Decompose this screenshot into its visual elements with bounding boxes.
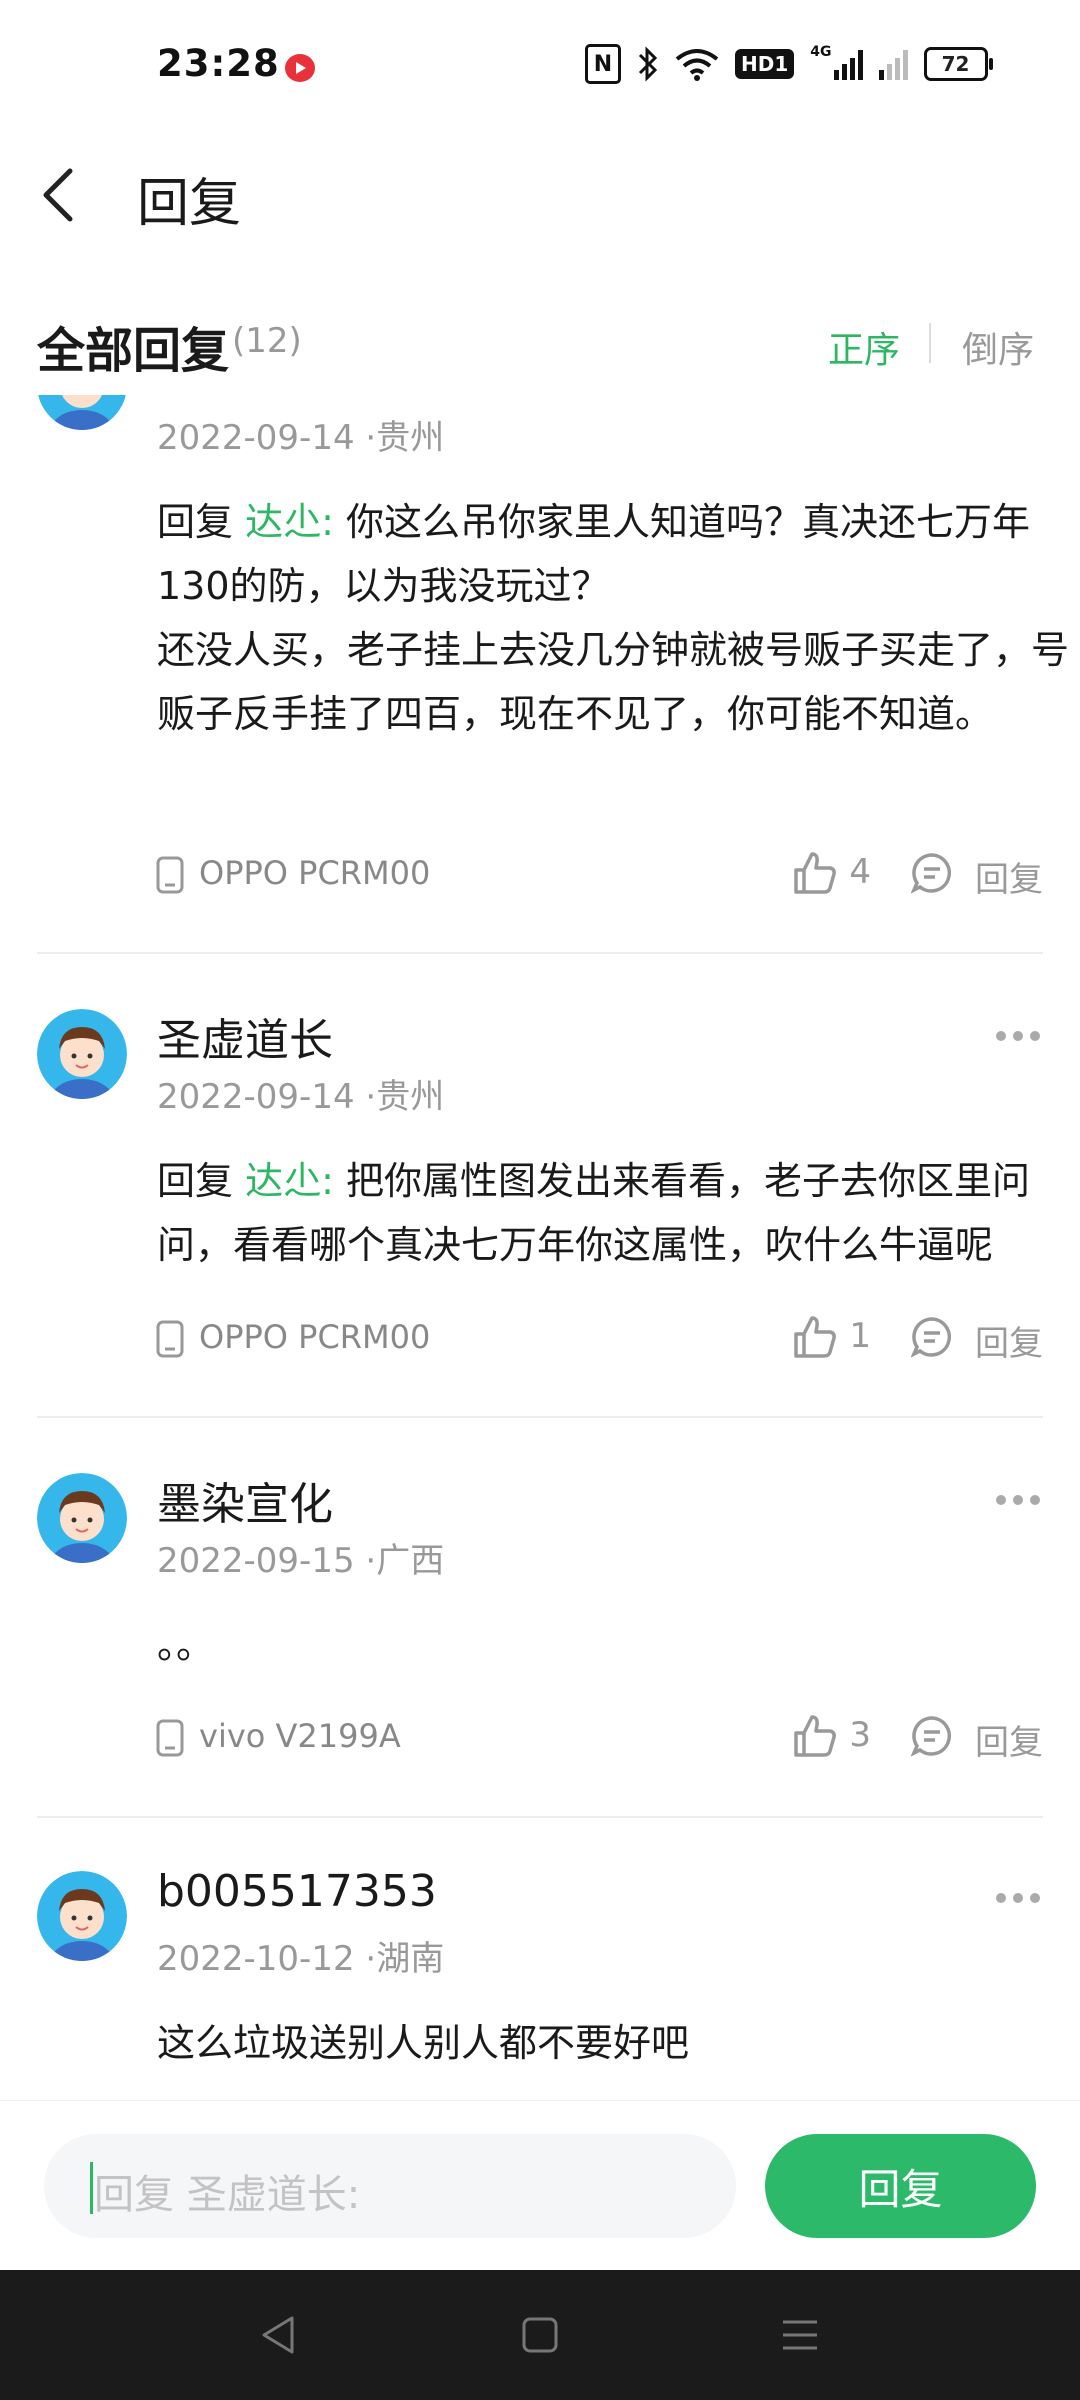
comment-date: 2022-10-12 — [157, 1939, 355, 1979]
comment-item: 2022-09-14 ·贵州 回复 达尐: 你这么吊你家里人知道吗？真决还七万年… — [37, 395, 1069, 954]
signal-sim2-icon — [878, 44, 908, 84]
comment-date: 2022-09-15 — [157, 1541, 355, 1581]
comment-meta: 2022-09-14 ·贵州 — [157, 410, 444, 459]
like-count: 4 — [849, 852, 871, 892]
header: 回复 — [0, 135, 1080, 275]
comment-location: ·贵州 — [365, 1077, 445, 1117]
comment-body: 这么垃圾送别人别人都不要好吧 — [157, 2011, 1080, 2075]
more-icon[interactable] — [995, 1891, 1041, 1905]
comment-item: 墨染宣化 2022-09-15 ·广西 。。 vivo V2199A 3 回复 — [37, 1418, 1043, 1818]
comment-meta: 2022-09-14 ·贵州 — [157, 1069, 444, 1118]
reply-button[interactable]: 回复 — [975, 1316, 1043, 1365]
hd-voice-icon: HD1 — [735, 49, 795, 79]
reply-prefix: 回复 — [157, 500, 246, 544]
reply-count: (12) — [232, 321, 302, 361]
comment-icon[interactable] — [911, 1715, 953, 1757]
system-nav-bar — [0, 2270, 1080, 2400]
comment-footer: vivo V2199A 3 回复 — [155, 1713, 1043, 1763]
nav-menu-icon[interactable] — [775, 2310, 825, 2360]
comment-text: 这么垃圾送别人别人都不要好吧 — [157, 2021, 690, 2065]
comment-location: ·广西 — [365, 1541, 445, 1581]
reply-button[interactable]: 回复 — [975, 852, 1043, 901]
nav-home-icon[interactable] — [515, 2310, 565, 2360]
comment-icon[interactable] — [911, 852, 953, 894]
comment-body: 回复 达尐: 把你属性图发出来看看，老子去你区里问问，看看哪个真决七万年你这属性… — [157, 1149, 1080, 1277]
wifi-icon — [675, 44, 719, 84]
network-type: 4G — [810, 44, 832, 60]
comment-footer: OPPO PCRM00 4 回复 — [155, 850, 1043, 900]
comment-location: ·湖南 — [365, 1939, 445, 1979]
input-placeholder: 回复 圣虚道长: — [94, 2172, 361, 2218]
divider — [929, 323, 931, 363]
comment-meta: 2022-09-15 ·广西 — [157, 1533, 444, 1582]
reply-target-user[interactable]: 达尐: — [245, 500, 334, 544]
device-name: OPPO PCRM00 — [199, 854, 431, 892]
reply-target-user[interactable]: 达尐: — [245, 1159, 334, 1203]
comment-location: ·贵州 — [365, 418, 445, 458]
thumbs-up-icon[interactable] — [792, 1713, 838, 1759]
comment-item: b005517353 2022-10-12 ·湖南 这么垃圾送别人别人都不要好吧 — [37, 1818, 1043, 2100]
reply-input-bar: 回复 圣虚道长: 回复 — [0, 2100, 1080, 2271]
status-time: 23:28 — [157, 42, 280, 85]
username[interactable]: 圣虚道长 — [157, 1004, 333, 1068]
section-title: 全部回复 — [37, 323, 230, 379]
phone-icon — [156, 1719, 184, 1757]
comment-list[interactable]: 2022-09-14 ·贵州 回复 达尐: 你这么吊你家里人知道吗？真决还七万年… — [0, 395, 1080, 2100]
like-count: 1 — [849, 1316, 871, 1356]
avatar[interactable] — [37, 1871, 127, 1961]
battery-icon: 72 — [923, 47, 993, 81]
comment-date: 2022-09-14 — [157, 1077, 355, 1117]
status-bar: 23:28 N HD1 4G 72 — [0, 0, 1080, 135]
comment-text: 。。 — [157, 1623, 215, 1667]
username[interactable]: b005517353 — [157, 1866, 437, 1917]
reply-input[interactable]: 回复 圣虚道长: — [44, 2134, 736, 2238]
nav-back-icon[interactable] — [254, 2310, 304, 2360]
like-count: 3 — [849, 1715, 871, 1755]
comment-footer: OPPO PCRM00 1 回复 — [155, 1314, 1043, 1364]
reply-prefix: 回复 — [157, 1159, 246, 1203]
sort-descending-tab[interactable]: 倒序 — [962, 321, 1034, 373]
screen-record-icon — [285, 54, 315, 82]
status-icons: N HD1 4G 72 — [585, 44, 993, 84]
avatar[interactable] — [37, 1009, 127, 1099]
reply-button[interactable]: 回复 — [975, 1715, 1043, 1764]
bluetooth-icon — [637, 44, 659, 84]
comment-body: 。。 — [157, 1613, 1080, 1677]
comment-icon[interactable] — [911, 1316, 953, 1358]
phone-icon — [156, 1320, 184, 1358]
comment-meta: 2022-10-12 ·湖南 — [157, 1931, 444, 1980]
thumbs-up-icon[interactable] — [792, 850, 838, 896]
comment-body: 回复 达尐: 你这么吊你家里人知道吗？真决还七万年130的防，以为我没玩过？ 还… — [157, 490, 1080, 746]
more-icon[interactable] — [995, 1493, 1041, 1507]
back-arrow-icon[interactable] — [38, 165, 88, 225]
text-caret — [90, 2162, 93, 2214]
device-name: vivo V2199A — [199, 1717, 401, 1755]
signal-4g-icon: 4G — [810, 44, 863, 84]
page-title: 回复 — [137, 174, 242, 234]
section-header: 全部回复 (12) 正序 倒序 — [0, 295, 1080, 395]
comment-item: 圣虚道长 2022-09-14 ·贵州 回复 达尐: 把你属性图发出来看看，老子… — [37, 954, 1043, 1418]
device-name: OPPO PCRM00 — [199, 1318, 431, 1356]
thumbs-up-icon[interactable] — [792, 1314, 838, 1360]
avatar[interactable] — [37, 395, 127, 430]
avatar[interactable] — [37, 1473, 127, 1563]
username[interactable]: 墨染宣化 — [157, 1468, 333, 1532]
nfc-icon: N — [585, 44, 621, 84]
comment-date: 2022-09-14 — [157, 418, 355, 458]
more-icon[interactable] — [995, 1029, 1041, 1043]
sort-ascending-tab[interactable]: 正序 — [828, 321, 900, 373]
phone-icon — [156, 856, 184, 894]
send-reply-button[interactable]: 回复 — [765, 2134, 1036, 2238]
